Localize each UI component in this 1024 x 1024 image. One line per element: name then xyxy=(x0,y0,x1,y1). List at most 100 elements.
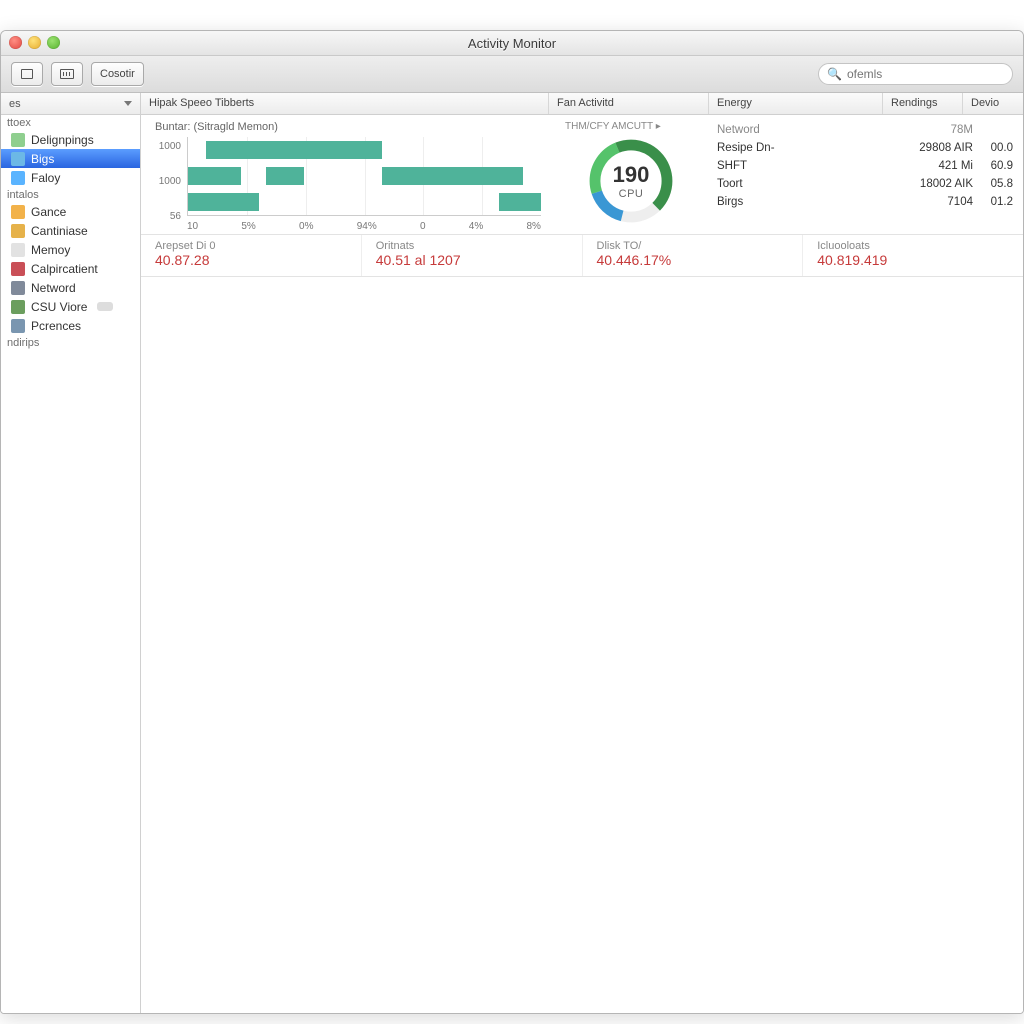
search-field[interactable]: 🔍 xyxy=(818,63,1013,85)
summary-value: 40.87.28 xyxy=(155,252,347,268)
energy-row-value2: 00.0 xyxy=(973,142,1013,154)
folder-icon xyxy=(11,243,25,257)
sidebar-item-label: Gance xyxy=(31,205,66,219)
sidebar-section-2: intalos xyxy=(1,187,140,202)
sidebar-item-label: Cantiniase xyxy=(31,224,88,238)
minimize-icon[interactable] xyxy=(28,36,41,49)
folder-icon xyxy=(11,224,25,238)
energy-row-value: 7104 xyxy=(903,196,973,208)
bar-segment xyxy=(382,167,523,185)
sidebar-section-3: ndirips xyxy=(1,335,140,350)
badge-icon xyxy=(97,302,113,311)
bar-segment xyxy=(188,167,241,185)
sidebar-item-memoy[interactable]: Memoy xyxy=(1,240,140,259)
folder-icon xyxy=(11,205,25,219)
sidebar-item-label: Netword xyxy=(31,281,76,295)
folder-icon xyxy=(11,152,25,166)
titlebar: Activity Monitor xyxy=(1,31,1023,56)
toolbar-popup-label: Cosotir xyxy=(100,68,135,80)
header-col-1[interactable]: Hipak Speeo Tibberts xyxy=(141,93,549,114)
energy-row: Toort18002 AIK05.8 xyxy=(717,175,1013,193)
sidebar-item-bigs[interactable]: Bigs xyxy=(1,149,140,168)
main-columns: es ttoex DelignpingsBigsFaloy intalos Ga… xyxy=(1,93,1023,1013)
energy-row: SHFT421 Mi60.9 xyxy=(717,157,1013,175)
sidebar-item-delignpings[interactable]: Delignpings xyxy=(1,130,140,149)
sidebar-item-faloy[interactable]: Faloy xyxy=(1,168,140,187)
summary-label: Oritnats xyxy=(376,240,568,252)
summary-label: Dlisk TO/ xyxy=(597,240,789,252)
toolbar: Cosotir 🔍 xyxy=(1,56,1023,93)
chevron-down-icon xyxy=(124,101,132,106)
folder-icon xyxy=(11,281,25,295)
toolbar-popup-button[interactable]: Cosotir xyxy=(91,62,144,86)
toolbar-button-1[interactable] xyxy=(11,62,43,86)
bar-chart-xaxis: 105%0%94%04%8% xyxy=(187,221,541,232)
sidebar-item-csu viore[interactable]: CSU Viore xyxy=(1,297,140,316)
sidebar-item-label: Faloy xyxy=(31,171,60,185)
header-col-3[interactable]: Energy xyxy=(709,93,883,114)
sidebar-item-label: Delignpings xyxy=(31,133,94,147)
header-col-4[interactable]: Rendings xyxy=(883,93,963,114)
header-col-5[interactable]: Devio xyxy=(963,93,1023,114)
sidebar-item-netword[interactable]: Netword xyxy=(1,278,140,297)
summary-cell: Arepset Di 040.87.28 xyxy=(141,235,361,276)
sidebar-item-label: Bigs xyxy=(31,152,54,166)
traffic-lights xyxy=(9,36,60,49)
summary-cell: Icluooloats40.819.419 xyxy=(802,235,1023,276)
energy-row-name: Toort xyxy=(717,178,903,190)
sidebar-item-label: Pcrences xyxy=(31,319,81,333)
gauge-header: THM/CFY AMCUTT ▸ xyxy=(563,121,699,132)
column-headers: Hipak Speeo Tibberts Fan Activitd Energy… xyxy=(141,93,1023,115)
search-input[interactable] xyxy=(847,67,1004,81)
gauge-label: CPU xyxy=(619,188,644,200)
energy-row-value2: 05.8 xyxy=(973,178,1013,190)
dashboard-panels: Buntar: (Sitragld Memon) 1000100056 105%… xyxy=(141,115,1023,235)
bar-segment xyxy=(188,193,259,211)
energy-panel: Netword 78M Resipe Dn-29808 AIR00.0SHFT4… xyxy=(709,115,1023,234)
toolbar-button-2[interactable] xyxy=(51,62,83,86)
summary-cell: Dlisk TO/40.446.17% xyxy=(582,235,803,276)
bar-segment xyxy=(206,141,383,159)
sidebar: es ttoex DelignpingsBigsFaloy intalos Ga… xyxy=(1,93,141,1013)
window-icon xyxy=(21,69,33,79)
folder-icon xyxy=(11,262,25,276)
energy-row-value: 29808 AIR xyxy=(903,142,973,154)
energy-header-col2: 78M xyxy=(903,124,973,136)
close-icon[interactable] xyxy=(9,36,22,49)
energy-row: Birgs710401.2 xyxy=(717,193,1013,211)
header-col-2[interactable]: Fan Activitd xyxy=(549,93,709,114)
folder-icon xyxy=(11,171,25,185)
sidebar-item-pcrences[interactable]: Pcrences xyxy=(1,316,140,335)
folder-icon xyxy=(11,133,25,147)
sidebar-item-gance[interactable]: Gance xyxy=(1,202,140,221)
sidebar-popup[interactable]: es xyxy=(1,93,140,115)
sidebar-item-label: CSU Viore xyxy=(31,300,87,314)
energy-row-name: Resipe Dn- xyxy=(717,142,903,154)
bar-chart-yaxis: 1000100056 xyxy=(151,141,181,222)
grid-icon xyxy=(60,69,74,79)
summary-bar: Arepset Di 040.87.28Oritnats40.51 al 120… xyxy=(141,235,1023,277)
gauge-center: 190 CPU xyxy=(586,136,676,226)
app-window: Activity Monitor Cosotir 🔍 es ttoex Deli… xyxy=(0,30,1024,1014)
energy-table-header: Netword 78M xyxy=(717,121,1013,139)
zoom-icon[interactable] xyxy=(47,36,60,49)
sidebar-item-label: Calpircatient xyxy=(31,262,98,276)
bar-chart-subtitle: Buntar: (Sitragld Memon) xyxy=(155,121,539,133)
energy-header-label: Netword xyxy=(717,124,903,136)
energy-row-value: 421 Mi xyxy=(903,160,973,172)
energy-row-name: Birgs xyxy=(717,196,903,208)
sidebar-item-calpircatient[interactable]: Calpircatient xyxy=(1,259,140,278)
bar-segment xyxy=(266,167,305,185)
summary-label: Icluooloats xyxy=(817,240,1009,252)
energy-row-value2: 60.9 xyxy=(973,160,1013,172)
search-icon: 🔍 xyxy=(827,67,842,81)
energy-row-name: SHFT xyxy=(717,160,903,172)
folder-icon xyxy=(11,300,25,314)
energy-row-value: 18002 AIK xyxy=(903,178,973,190)
sidebar-item-cantiniase[interactable]: Cantiniase xyxy=(1,221,140,240)
summary-cell: Oritnats40.51 al 1207 xyxy=(361,235,582,276)
header-col-2-label: Fan Activitd xyxy=(557,97,614,109)
energy-row: Resipe Dn-29808 AIR00.0 xyxy=(717,139,1013,157)
gauge-panel: THM/CFY AMCUTT ▸ 190 CPU xyxy=(549,115,709,234)
bar-chart-panel: Buntar: (Sitragld Memon) 1000100056 105%… xyxy=(141,115,549,234)
